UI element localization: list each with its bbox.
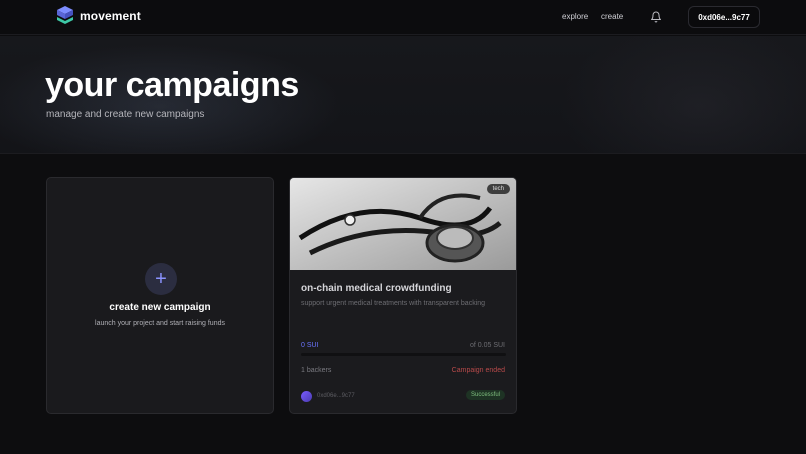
logo-icon bbox=[57, 6, 73, 24]
wallet-button[interactable]: 0xd06e...9c77 bbox=[688, 6, 760, 28]
top-navbar: movement explore create 0xd06e...9c77 bbox=[0, 0, 806, 35]
progress-bar bbox=[301, 353, 506, 356]
nav-link-explore[interactable]: explore bbox=[562, 12, 588, 21]
plus-icon: + bbox=[145, 263, 177, 295]
campaign-description: support urgent medical treatments with t… bbox=[301, 300, 486, 307]
campaign-status: Campaign ended bbox=[451, 367, 505, 374]
hero-banner: your campaigns manage and create new cam… bbox=[0, 36, 806, 154]
brand-name: movement bbox=[80, 9, 141, 23]
create-campaign-card[interactable]: + create new campaign launch your projec… bbox=[46, 177, 274, 414]
campaign-image bbox=[290, 178, 516, 270]
nav-link-create[interactable]: create bbox=[601, 12, 623, 21]
amount-raised: 0 SUI bbox=[301, 342, 319, 349]
campaign-title: on-chain medical crowdfunding bbox=[301, 283, 452, 294]
creator-avatar bbox=[301, 391, 312, 402]
create-campaign-subtitle: launch your project and start raising fu… bbox=[95, 320, 225, 327]
creator-address: 0xd06e...9c77 bbox=[317, 393, 355, 399]
campaign-card[interactable]: tech on-chain medical crowdfunding suppo… bbox=[289, 177, 517, 414]
bell-icon[interactable] bbox=[650, 11, 662, 23]
category-tag: tech bbox=[486, 184, 510, 194]
create-campaign-title: create new campaign bbox=[109, 302, 211, 313]
backers-count: 1 backers bbox=[301, 367, 332, 374]
campaign-goal: of 0.05 SUI bbox=[469, 342, 505, 349]
page-title: your campaigns bbox=[45, 66, 299, 104]
status-badge: Successful bbox=[465, 390, 505, 400]
brand-logo[interactable]: movement bbox=[57, 6, 141, 26]
page-subtitle: manage and create new campaigns bbox=[46, 109, 205, 120]
